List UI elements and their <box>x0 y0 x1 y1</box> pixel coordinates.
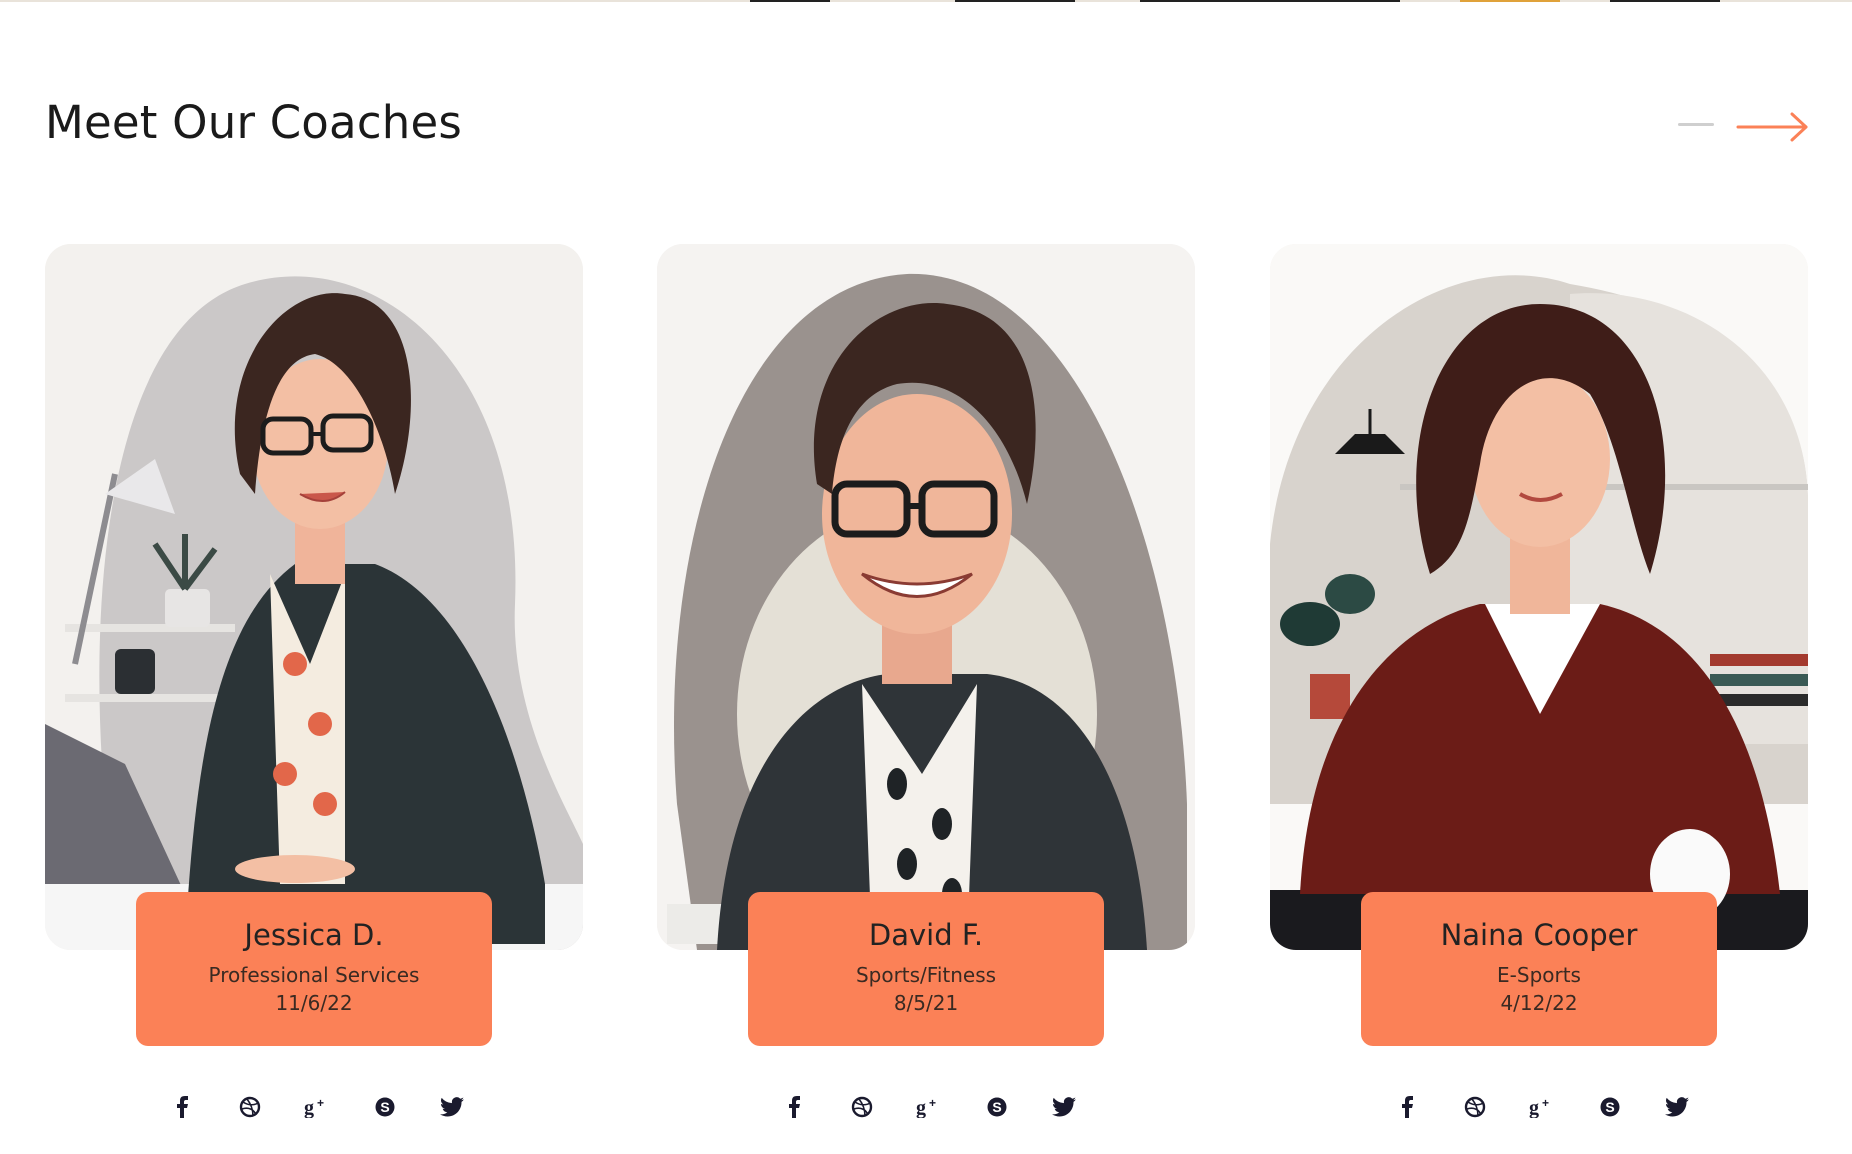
coach-portrait <box>1270 244 1808 950</box>
facebook-icon[interactable] <box>1392 1092 1422 1122</box>
top-divider <box>0 0 1852 2</box>
twitter-icon[interactable] <box>1662 1092 1692 1122</box>
svg-text:+: + <box>1542 1096 1549 1110</box>
svg-text:S: S <box>1605 1099 1614 1115</box>
coach-card[interactable]: Naina Cooper E-Sports 4/12/22 g + S <box>1270 244 1808 1134</box>
coach-date: 11/6/22 <box>275 991 353 1015</box>
carousel-next-button[interactable] <box>1736 110 1810 144</box>
coach-role: Professional Services <box>208 963 420 987</box>
coach-role: E-Sports <box>1497 963 1581 987</box>
coach-card[interactable]: Jessica D. Professional Services 11/6/22… <box>45 244 583 1134</box>
section-title: Meet Our Coaches <box>45 96 463 149</box>
coach-info-badge: David F. Sports/Fitness 8/5/21 <box>748 892 1104 1046</box>
social-links: g + S <box>779 1092 1079 1122</box>
coach-name: Naina Cooper <box>1440 918 1638 952</box>
google-plus-icon[interactable]: g + <box>302 1092 332 1122</box>
google-plus-icon[interactable]: g + <box>1527 1092 1557 1122</box>
coach-name: Jessica D. <box>244 918 384 952</box>
dash-line-icon <box>1678 122 1714 126</box>
dribbble-icon[interactable] <box>1460 1092 1490 1122</box>
coach-info-badge: Jessica D. Professional Services 11/6/22 <box>136 892 492 1046</box>
coach-portrait <box>45 244 583 950</box>
coach-date: 4/12/22 <box>1500 991 1578 1015</box>
twitter-icon[interactable] <box>437 1092 467 1122</box>
arrow-right-icon <box>1736 112 1808 142</box>
twitter-icon[interactable] <box>1049 1092 1079 1122</box>
google-plus-icon[interactable]: g + <box>914 1092 944 1122</box>
facebook-icon[interactable] <box>779 1092 809 1122</box>
svg-text:g: g <box>916 1097 926 1118</box>
dribbble-icon[interactable] <box>847 1092 877 1122</box>
svg-text:+: + <box>929 1096 936 1110</box>
skype-icon[interactable]: S <box>982 1092 1012 1122</box>
social-links: g + S <box>167 1092 467 1122</box>
coach-date: 8/5/21 <box>893 991 959 1015</box>
svg-text:g: g <box>1529 1097 1539 1118</box>
svg-text:S: S <box>380 1099 389 1115</box>
dribbble-icon[interactable] <box>235 1092 265 1122</box>
coach-card[interactable]: David F. Sports/Fitness 8/5/21 g + S <box>657 244 1195 1134</box>
skype-icon[interactable]: S <box>1595 1092 1625 1122</box>
svg-text:g: g <box>304 1097 314 1118</box>
coach-role: Sports/Fitness <box>855 963 997 987</box>
coach-info-badge: Naina Cooper E-Sports 4/12/22 <box>1361 892 1717 1046</box>
facebook-icon[interactable] <box>167 1092 197 1122</box>
skype-icon[interactable]: S <box>370 1092 400 1122</box>
svg-text:+: + <box>317 1096 324 1110</box>
svg-text:S: S <box>992 1099 1001 1115</box>
carousel-prev-button[interactable] <box>1678 109 1724 139</box>
social-links: g + S <box>1392 1092 1692 1122</box>
coach-portrait <box>657 244 1195 950</box>
coach-name: David F. <box>868 918 984 952</box>
